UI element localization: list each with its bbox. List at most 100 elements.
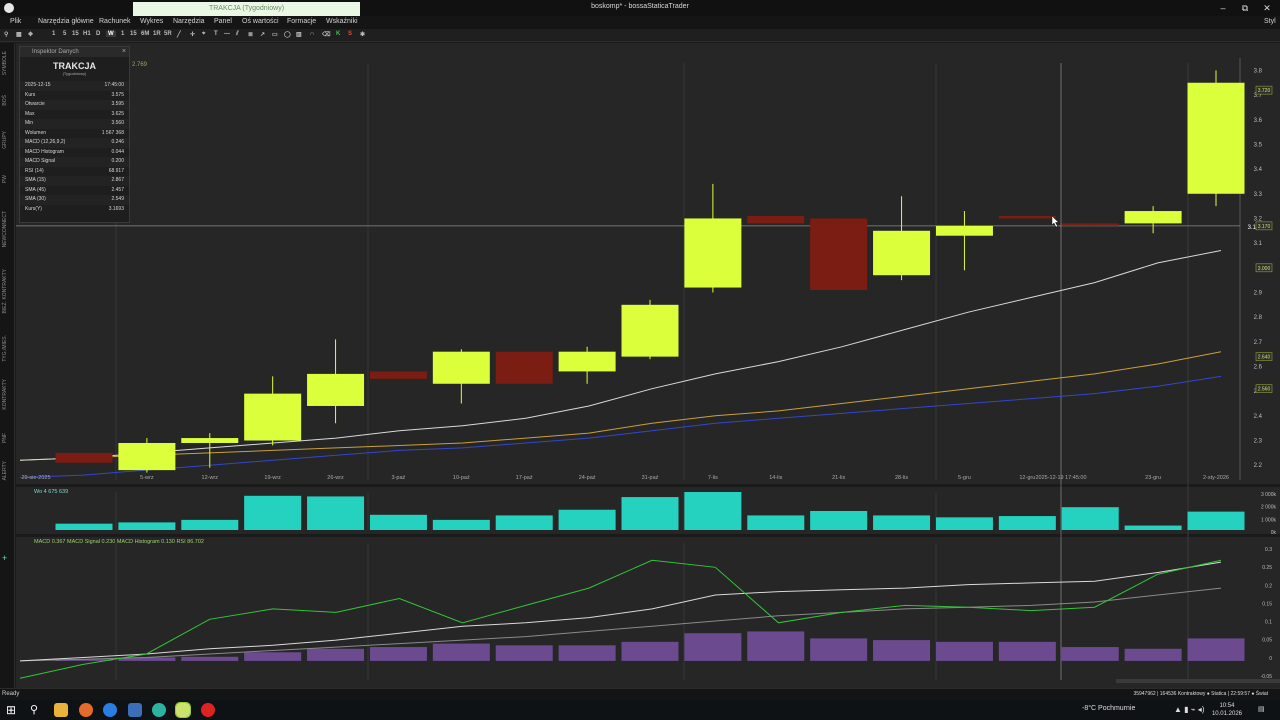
strip-contracts[interactable]: KONTRAKTY xyxy=(2,379,12,410)
price-tick-label: 2.2 xyxy=(1254,463,1263,469)
buy-icon[interactable]: K xyxy=(336,31,340,37)
price-chart[interactable]: 2.22.32.42.52.62.72.82.933.13.23.33.43.5… xyxy=(16,43,1280,688)
macd-tick-label: 0.3 xyxy=(1265,547,1272,553)
close-button[interactable]: ✕ xyxy=(1260,3,1274,14)
interval-5r[interactable]: 5R xyxy=(164,31,172,37)
menu-tools[interactable]: Narzędzia xyxy=(173,18,205,25)
close-icon[interactable]: × xyxy=(122,48,126,55)
strip-symbols[interactable]: SYMBOLE xyxy=(2,51,12,75)
menu-account[interactable]: Rachunek xyxy=(99,18,131,25)
arrow-tool-icon[interactable]: ↗ xyxy=(260,31,265,38)
taskbar-clock[interactable]: 10:54 10.01.2026 xyxy=(1212,702,1242,718)
strip-bos[interactable]: BOŚ xyxy=(2,95,12,106)
candle-bearish xyxy=(369,371,427,379)
menu-file[interactable]: Plik xyxy=(10,18,21,25)
interval-1[interactable]: 1 xyxy=(52,31,55,37)
x-axis-label: 12-wrz xyxy=(202,475,219,481)
menu-indicators[interactable]: Wskaźniki xyxy=(326,18,358,25)
inspector-value: 2.549 xyxy=(111,196,124,202)
active-chart-tab[interactable]: TRAKCJA (Tygodniowy) xyxy=(133,2,360,16)
file-explorer-icon[interactable] xyxy=(54,703,68,717)
opera-icon[interactable] xyxy=(201,703,215,717)
interval-6m[interactable]: 6M xyxy=(141,31,149,37)
trendline-icon[interactable]: ╱ xyxy=(177,31,181,38)
menu-style[interactable]: Styl xyxy=(1264,18,1276,25)
interval-h1[interactable]: H1 xyxy=(83,31,91,37)
strip-alerts[interactable]: ALERTY xyxy=(2,461,12,480)
eraser-icon[interactable]: ⌫ xyxy=(322,31,330,38)
instrument-interval: (Tygodniowy) xyxy=(62,71,87,76)
menu-patterns[interactable]: Formacje xyxy=(287,18,316,25)
magnet-icon[interactable]: ∩ xyxy=(310,31,314,37)
macd-histogram-bar xyxy=(307,648,365,661)
macd-histogram-bar xyxy=(1187,638,1245,661)
macd-tick-label: 0.15 xyxy=(1262,601,1272,607)
candle-bullish xyxy=(873,230,931,276)
inspector-label: Kurs(Y) xyxy=(25,205,42,212)
store-icon[interactable] xyxy=(128,703,142,717)
inspector-row: RSI (14) 68.917 xyxy=(20,167,129,177)
price-tick-label: 2.9 xyxy=(1254,290,1263,296)
strip-current-contracts[interactable]: BIEŻ. KONTRAKTY xyxy=(2,269,12,313)
interval-5[interactable]: 5 xyxy=(63,31,66,37)
sell-icon[interactable]: S xyxy=(348,31,352,37)
top-value-label: 2.769 xyxy=(132,62,148,68)
volume-label: Wo 4 675 639 xyxy=(34,489,68,495)
fibonacci-icon[interactable]: ≣ xyxy=(248,31,253,38)
browser-icon[interactable] xyxy=(103,703,117,717)
layout-icon[interactable]: ▦ xyxy=(16,31,22,38)
menu-panel[interactable]: Panel xyxy=(214,18,232,25)
channel-icon[interactable]: ⫽ xyxy=(236,31,239,38)
interval-1r[interactable]: 1R xyxy=(153,31,161,37)
notifications-icon[interactable]: ▤ xyxy=(1258,705,1265,713)
grid-icon[interactable]: ▥ xyxy=(296,31,302,38)
weather-widget[interactable]: -8°C Pochmurnie xyxy=(1082,705,1135,712)
chart-area[interactable]: 2.22.32.42.52.62.72.82.933.13.23.33.43.5… xyxy=(16,43,1280,688)
interval-15-alt[interactable]: 15 xyxy=(130,31,137,37)
data-inspector-panel[interactable]: Inspektor Danych × TRAKCJA (Tygodniowy) … xyxy=(19,46,130,223)
tray-icons[interactable]: ▲ ▮ ⌁ ◂) xyxy=(1174,705,1204,714)
x-axis-label: 5-gru xyxy=(958,475,971,481)
strip-week-month[interactable]: TYG./MIES. xyxy=(2,335,12,362)
move-icon[interactable]: ✥ xyxy=(28,31,33,38)
minimize-button[interactable]: – xyxy=(1216,3,1230,13)
cursor-icon[interactable]: ⌖ xyxy=(202,31,205,38)
interval-15[interactable]: 15 xyxy=(72,31,79,37)
crosshair-icon[interactable]: ✛ xyxy=(190,31,195,38)
strip-pnf[interactable]: PNF xyxy=(2,433,12,443)
left-side-panel: SYMBOLE BOŚ GRUPY PW NEWCONNECT BIEŻ. KO… xyxy=(0,43,15,688)
price-tick-label: 3.2 xyxy=(1254,216,1263,222)
interval-d[interactable]: D xyxy=(96,31,100,37)
edge-icon[interactable] xyxy=(152,703,166,717)
price-badge-label: 3.000 xyxy=(1258,266,1271,272)
inspector-header[interactable]: Inspektor Danych × xyxy=(20,47,129,57)
settings-gear-icon[interactable]: ✱ xyxy=(360,31,365,38)
interval-1-alt[interactable]: 1 xyxy=(121,31,124,37)
inspector-label: SMA (15) xyxy=(25,177,46,183)
x-axis-label: 2-sty-2026 xyxy=(1203,475,1229,481)
add-panel-icon[interactable]: + xyxy=(2,553,12,563)
horizontal-line-icon[interactable]: — xyxy=(224,31,230,37)
strip-groups[interactable]: GRUPY xyxy=(2,131,12,149)
ellipse-icon[interactable]: ◯ xyxy=(284,31,291,38)
strip-pw[interactable]: PW xyxy=(2,175,12,183)
firefox-icon[interactable] xyxy=(79,703,93,717)
windows-start-icon[interactable]: ⊞ xyxy=(6,703,20,717)
volume-bar xyxy=(307,496,365,530)
rectangle-icon[interactable]: ▭ xyxy=(272,31,278,38)
inspector-row: MACD (12,26,9,2) 0.246 xyxy=(20,138,129,148)
menu-main-tools[interactable]: Narzędzia główne xyxy=(38,18,94,25)
trading-app-icon[interactable] xyxy=(175,702,191,718)
text-tool-icon[interactable]: T xyxy=(214,31,218,37)
horizontal-scrollbar xyxy=(1116,679,1280,683)
menu-chart[interactable]: Wykres xyxy=(140,18,163,25)
restore-button[interactable]: ⧉ xyxy=(1238,3,1252,14)
menu-value-axis[interactable]: Oś wartości xyxy=(242,18,279,25)
x-axis-label: 28-lis xyxy=(895,475,908,481)
zoom-icon[interactable]: ⚲ xyxy=(4,31,8,38)
macd-tick-label: 0.2 xyxy=(1265,583,1272,589)
volume-bar xyxy=(118,522,176,530)
interval-w[interactable]: W xyxy=(106,31,116,37)
search-icon[interactable]: ⚲ xyxy=(30,703,44,717)
strip-newconnect[interactable]: NEWCONNECT xyxy=(2,211,12,247)
